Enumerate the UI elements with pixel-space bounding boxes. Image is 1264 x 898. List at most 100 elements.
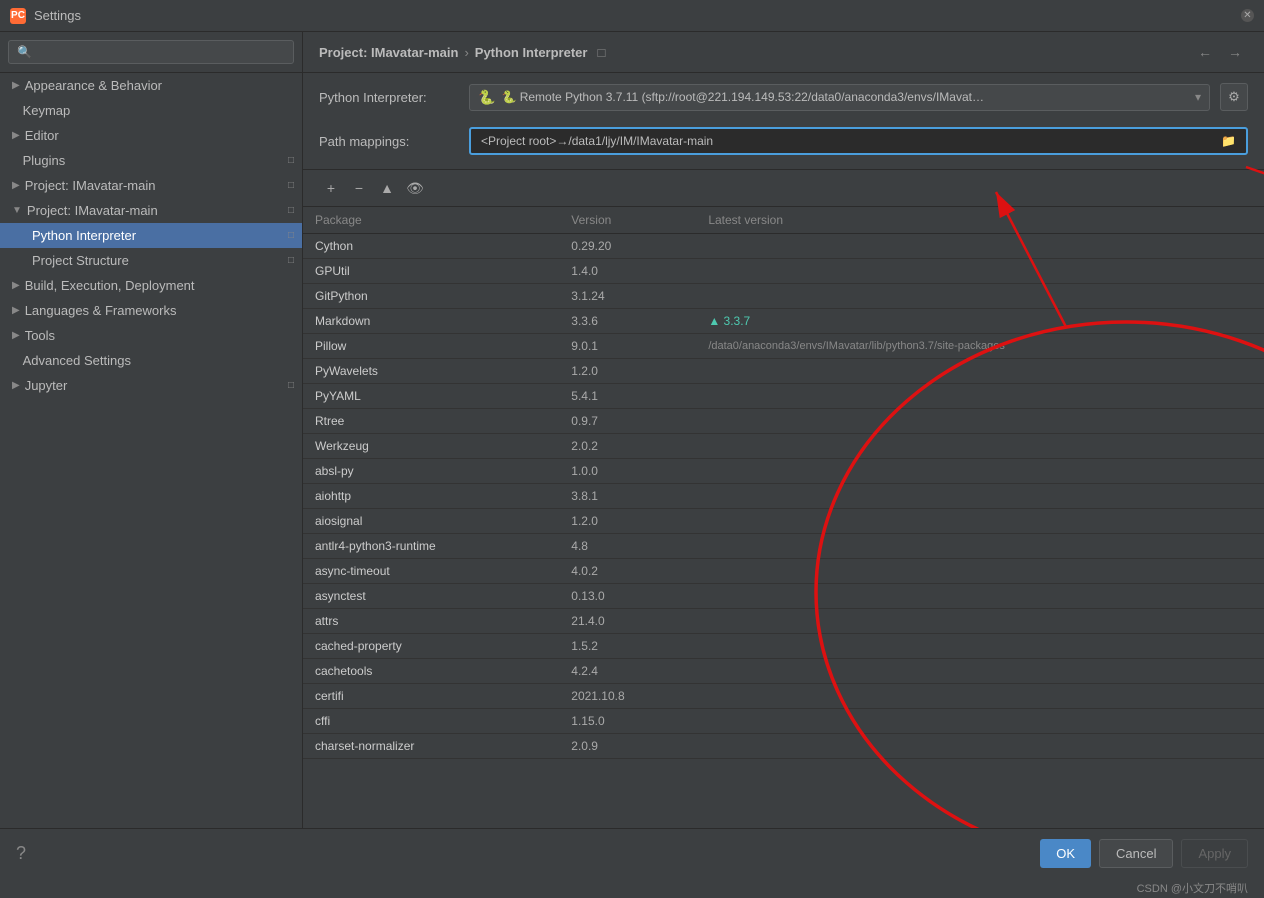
package-name: certifi (303, 684, 559, 709)
interpreter-label: Python Interpreter: (319, 90, 459, 105)
path-mappings-label: Path mappings: (319, 134, 459, 149)
package-latest (696, 259, 1264, 284)
package-version: 1.4.0 (559, 259, 696, 284)
sidebar-item-editor[interactable]: ▶ Editor (0, 123, 302, 148)
package-version: 2.0.2 (559, 434, 696, 459)
package-version: 3.8.1 (559, 484, 696, 509)
package-latest (696, 284, 1264, 309)
table-row[interactable]: aiosignal1.2.0 (303, 509, 1264, 534)
help-button[interactable]: ? (16, 843, 26, 864)
table-toolbar: + − ▲ 👁 (303, 169, 1264, 206)
table-row[interactable]: cachetools4.2.4 (303, 659, 1264, 684)
package-table-wrapper: Package Version Latest version Cython0.2… (303, 206, 1264, 828)
package-latest: /data0/anaconda3/envs/IMavatar/lib/pytho… (696, 334, 1264, 359)
table-row[interactable]: GPUtil1.4.0 (303, 259, 1264, 284)
sidebar-item-keymap[interactable]: Keymap (0, 98, 302, 123)
package-latest (696, 609, 1264, 634)
table-row[interactable]: async-timeout4.0.2 (303, 559, 1264, 584)
sidebar-label-keymap: Keymap (23, 103, 71, 118)
table-row[interactable]: Markdown3.3.6▲ 3.3.7 (303, 309, 1264, 334)
table-row[interactable]: Rtree0.9.7 (303, 409, 1264, 434)
sidebar-item-languages[interactable]: ▶ Languages & Frameworks (0, 298, 302, 323)
interpreter-select[interactable]: 🐍 🐍 Remote Python 3.7.11 (sftp://root@22… (469, 84, 1210, 111)
package-name: Cython (303, 234, 559, 259)
sidebar-item-project-structure[interactable]: Project Structure □ (0, 248, 302, 273)
table-row[interactable]: charset-normalizer2.0.9 (303, 734, 1264, 759)
dialog-body: ▶ Appearance & Behavior Keymap ▶ Editor … (0, 32, 1264, 828)
add-package-button[interactable]: + (319, 176, 343, 200)
sidebar-label-tools: Tools (25, 328, 55, 343)
sidebar: ▶ Appearance & Behavior Keymap ▶ Editor … (0, 32, 303, 828)
table-row[interactable]: Pillow9.0.1/data0/anaconda3/envs/IMavata… (303, 334, 1264, 359)
cancel-button[interactable]: Cancel (1099, 839, 1173, 868)
package-name: Werkzeug (303, 434, 559, 459)
table-row[interactable]: PyWavelets1.2.0 (303, 359, 1264, 384)
table-row[interactable]: aiohttp3.8.1 (303, 484, 1264, 509)
sidebar-item-tools[interactable]: ▶ Tools (0, 323, 302, 348)
footer-buttons: OK Cancel Apply (1040, 839, 1248, 868)
table-row[interactable]: GitPython3.1.24 (303, 284, 1264, 309)
package-latest (696, 409, 1264, 434)
sidebar-item-python-interpreter[interactable]: Python Interpreter □ (0, 223, 302, 248)
table-row[interactable]: PyYAML5.4.1 (303, 384, 1264, 409)
python-icon: 🐍 (478, 89, 495, 106)
table-row[interactable]: Cython0.29.20 (303, 234, 1264, 259)
package-name: absl-py (303, 459, 559, 484)
app-icon: PC (10, 8, 26, 24)
window-controls: ✕ (1241, 9, 1254, 22)
package-latest (696, 584, 1264, 609)
sidebar-item-jupyter[interactable]: ▶ Jupyter □ (0, 373, 302, 398)
package-name: Markdown (303, 309, 559, 334)
sidebar-item-appearance[interactable]: ▶ Appearance & Behavior (0, 73, 302, 98)
package-version: 1.15.0 (559, 709, 696, 734)
sidebar-item-advanced-settings[interactable]: Advanced Settings (0, 348, 302, 373)
table-row[interactable]: cffi1.15.0 (303, 709, 1264, 734)
table-row[interactable]: certifi2021.10.8 (303, 684, 1264, 709)
nav-back-button[interactable]: ← (1192, 42, 1218, 62)
breadcrumb-project: Project: IMavatar-main (319, 45, 458, 60)
table-row[interactable]: absl-py1.0.0 (303, 459, 1264, 484)
package-name: aiohttp (303, 484, 559, 509)
package-name: async-timeout (303, 559, 559, 584)
table-row[interactable]: antlr4-python3-runtime4.8 (303, 534, 1264, 559)
package-name: charset-normalizer (303, 734, 559, 759)
table-row[interactable]: Werkzeug2.0.2 (303, 434, 1264, 459)
sidebar-item-plugins[interactable]: Plugins □ (0, 148, 302, 173)
eye-button[interactable]: 👁 (403, 176, 427, 200)
sidebar-label-plugins: Plugins (23, 153, 66, 168)
arrow-icon: ▼ (12, 205, 22, 216)
package-version: 0.13.0 (559, 584, 696, 609)
package-version: 3.1.24 (559, 284, 696, 309)
ok-button[interactable]: OK (1040, 839, 1091, 868)
package-name: GitPython (303, 284, 559, 309)
package-version: 5.4.1 (559, 384, 696, 409)
apply-button[interactable]: Apply (1181, 839, 1248, 868)
search-input[interactable] (8, 40, 294, 64)
remove-package-button[interactable]: − (347, 176, 371, 200)
project-badge: □ (288, 205, 294, 216)
close-button[interactable]: ✕ (1241, 9, 1254, 22)
up-button[interactable]: ▲ (375, 176, 399, 200)
sidebar-label-jupyter: Jupyter (25, 378, 68, 393)
search-box (0, 32, 302, 73)
sidebar-label-vc: Project: IMavatar-main (25, 178, 156, 193)
arrow-icon (12, 355, 18, 366)
package-latest (696, 509, 1264, 534)
folder-icon[interactable]: 📁 (1221, 134, 1236, 148)
package-latest: ▲ 3.3.7 (696, 309, 1264, 334)
sidebar-label-build: Build, Execution, Deployment (25, 278, 195, 293)
package-name: antlr4-python3-runtime (303, 534, 559, 559)
sidebar-item-version-control[interactable]: ▶ Project: IMavatar-main □ (0, 173, 302, 198)
package-name: PyWavelets (303, 359, 559, 384)
package-latest (696, 434, 1264, 459)
package-name: cachetools (303, 659, 559, 684)
table-row[interactable]: attrs21.4.0 (303, 609, 1264, 634)
sidebar-item-build[interactable]: ▶ Build, Execution, Deployment (0, 273, 302, 298)
table-row[interactable]: asynctest0.13.0 (303, 584, 1264, 609)
path-mappings-value: <Project root>→/data1/ljy/IM/IMavatar-ma… (481, 134, 713, 148)
interpreter-gear-button[interactable]: ⚙ (1220, 83, 1248, 111)
sidebar-item-project[interactable]: ▼ Project: IMavatar-main □ (0, 198, 302, 223)
package-name: Pillow (303, 334, 559, 359)
nav-forward-button[interactable]: → (1222, 42, 1248, 62)
table-row[interactable]: cached-property1.5.2 (303, 634, 1264, 659)
